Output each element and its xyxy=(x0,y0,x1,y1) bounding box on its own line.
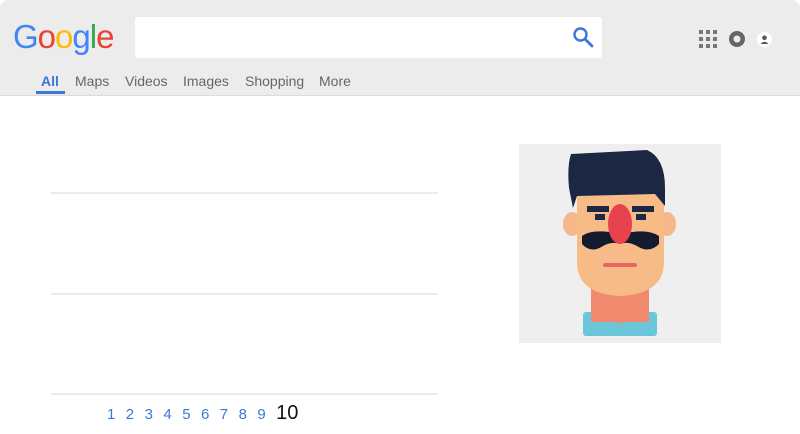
knowledge-panel-image[interactable] xyxy=(519,144,721,343)
tab-maps[interactable]: Maps xyxy=(75,72,109,90)
search-input[interactable] xyxy=(135,17,602,58)
result-divider xyxy=(51,393,438,395)
page-link-9[interactable]: 9 xyxy=(257,406,265,423)
page-link-2[interactable]: 2 xyxy=(126,406,134,423)
page-link-4[interactable]: 4 xyxy=(163,406,171,423)
page-link-6[interactable]: 6 xyxy=(201,406,209,423)
result-divider xyxy=(51,192,438,194)
google-logo[interactable]: Google xyxy=(13,17,114,57)
tab-images[interactable]: Images xyxy=(183,72,229,90)
page-link-3[interactable]: 3 xyxy=(145,406,153,423)
page-link-1[interactable]: 1 xyxy=(107,406,115,423)
result-divider xyxy=(51,293,438,295)
logo-letter: o xyxy=(55,18,73,55)
man-avatar-illustration xyxy=(563,150,676,336)
logo-letter: e xyxy=(96,18,114,55)
logo-letter: o xyxy=(37,18,56,55)
apps-icon[interactable] xyxy=(699,30,717,48)
search-header: Google All Maps Videos Images Shopping M… xyxy=(0,0,800,96)
browser-window: Google All Maps Videos Images Shopping M… xyxy=(0,0,800,434)
page-link-8[interactable]: 8 xyxy=(239,406,247,423)
search-icon[interactable] xyxy=(572,26,594,48)
page-link-5[interactable]: 5 xyxy=(182,406,190,423)
current-page-10: 10 xyxy=(276,402,299,424)
account-icon[interactable] xyxy=(757,32,772,47)
tab-videos[interactable]: Videos xyxy=(125,72,168,90)
logo-letter: G xyxy=(13,18,39,55)
pagination: 1 2 3 4 5 6 7 8 9 10 xyxy=(107,402,304,426)
tab-shopping[interactable]: Shopping xyxy=(245,72,304,90)
tab-more[interactable]: More xyxy=(319,72,351,90)
tab-all[interactable]: All xyxy=(41,72,59,90)
active-tab-indicator xyxy=(36,91,65,94)
notifications-icon[interactable] xyxy=(729,31,745,47)
logo-letter: g xyxy=(72,18,90,55)
page-link-7[interactable]: 7 xyxy=(220,406,228,423)
